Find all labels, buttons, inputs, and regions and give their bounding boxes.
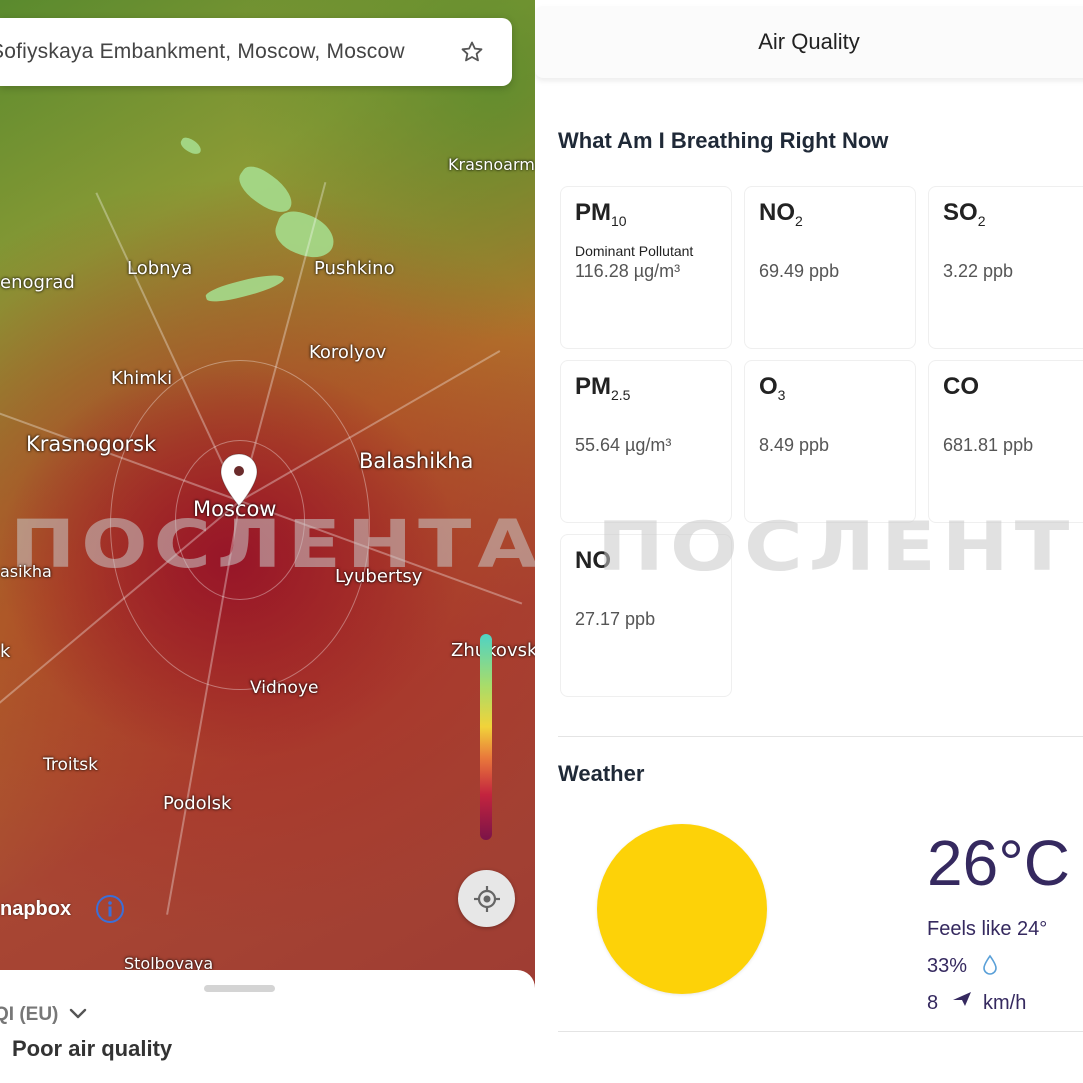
humidity-value: 33%: [927, 955, 968, 977]
pollutant-value: 27.17 ppb: [575, 609, 656, 629]
city-label-troitsk: Troitsk: [43, 755, 98, 775]
city-label-korolyov: Korolyov: [309, 342, 387, 363]
wind-speed-value: 8: [927, 992, 939, 1014]
pollutant-value: 3.22 ppb: [943, 261, 1014, 281]
wind-speed-unit: km/h: [983, 992, 1027, 1014]
city-label-vlasikha: asikha: [0, 562, 52, 581]
pollutant-card-no2[interactable]: NO2 69.49 ppb: [744, 186, 916, 349]
aqi-color-legend: [480, 634, 492, 840]
pollutant-value: 116.28 µg/m³: [575, 261, 681, 281]
section-divider: [558, 1031, 1083, 1032]
pollutant-value: 681.81 ppb: [943, 435, 1034, 455]
pollutant-card-o3[interactable]: O3 8.49 ppb: [744, 360, 916, 523]
pollutant-name: PM10: [575, 199, 627, 229]
page-title: Air Quality: [758, 29, 860, 54]
city-label-krasnogorsk: Krasnogorsk: [26, 432, 157, 456]
temperature-value: 26°C: [927, 827, 1070, 899]
pollutant-card-pm10[interactable]: PM10 Dominant Pollutant 116.28 µg/m³: [560, 186, 732, 349]
city-label-krasnoarmeysk: Krasnoarm: [448, 155, 535, 174]
location-search-text[interactable]: Sofiyskaya Embankment, Moscow, Moscow: [0, 40, 405, 64]
feels-like-value: Feels like 24°: [927, 918, 1048, 940]
city-label-khimki: Khimki: [111, 368, 173, 389]
pollutant-name: PM2.5: [575, 373, 631, 403]
pollutant-card-so2[interactable]: SO2 3.22 ppb: [928, 186, 1083, 349]
dominant-pollutant-label: Dominant Pollutant: [575, 243, 694, 259]
reservoir: [178, 135, 204, 157]
city-label-zhukovsky: Zhukovsk: [451, 640, 535, 661]
section-title-weather: Weather: [558, 761, 645, 786]
crosshair-icon: [473, 885, 500, 912]
pollutant-name: O3: [759, 373, 786, 403]
pollutant-value: 8.49 ppb: [759, 435, 830, 455]
location-pin-icon[interactable]: [219, 452, 259, 508]
locate-me-button[interactable]: [458, 870, 515, 927]
section-title-pollutants: What Am I Breathing Right Now: [558, 128, 889, 153]
air-quality-map[interactable]: ПОСЛЕНТА Krasnoarm enograd Lobnya Pushki…: [0, 0, 535, 1083]
sheet-drag-handle[interactable]: [204, 985, 275, 992]
pollutant-name: NO2: [759, 199, 803, 229]
air-quality-status: Poor air quality: [12, 1036, 173, 1061]
city-label-podolsk: Podolsk: [163, 793, 232, 814]
air-quality-header: Air Quality: [535, 6, 1083, 78]
water-drop-icon: [983, 954, 997, 975]
wind-direction-icon: [953, 992, 971, 1006]
air-quality-panel: Air Quality What Am I Breathing Right No…: [535, 0, 1083, 1083]
pollutant-value: 69.49 ppb: [759, 261, 840, 281]
watermark: ПОСЛЕНТ: [597, 506, 1076, 587]
mapbox-logo: napbox: [0, 898, 72, 920]
aqi-bottom-sheet[interactable]: QI (EU) Poor air quality: [0, 970, 535, 1083]
star-outline-icon[interactable]: [460, 40, 484, 64]
pollutant-value: 55.64 µg/m³: [575, 435, 672, 455]
city-label-balashikha: Balashikha: [359, 449, 474, 473]
city-label-k: k: [0, 641, 11, 662]
pollutant-card-co[interactable]: CO 681.81 ppb: [928, 360, 1083, 523]
city-label-lyubertsy: Lyubertsy: [335, 566, 423, 587]
pollutant-name: SO2: [943, 199, 986, 229]
city-label-pushkino: Pushkino: [314, 258, 395, 279]
location-search-bar[interactable]: Sofiyskaya Embankment, Moscow, Moscow: [0, 18, 512, 86]
chevron-down-icon[interactable]: [68, 1006, 88, 1022]
pollutant-name: CO: [943, 373, 979, 400]
section-divider: [558, 736, 1083, 737]
info-icon[interactable]: [95, 894, 125, 924]
sun-icon: [597, 824, 767, 994]
aqi-scale-selector[interactable]: QI (EU): [0, 1004, 58, 1026]
city-label-zelenograd: enograd: [0, 272, 75, 293]
city-label-lobnya: Lobnya: [127, 258, 193, 279]
city-label-vidnoye: Vidnoye: [250, 678, 319, 698]
pollutant-card-pm25[interactable]: PM2.5 55.64 µg/m³: [560, 360, 732, 523]
